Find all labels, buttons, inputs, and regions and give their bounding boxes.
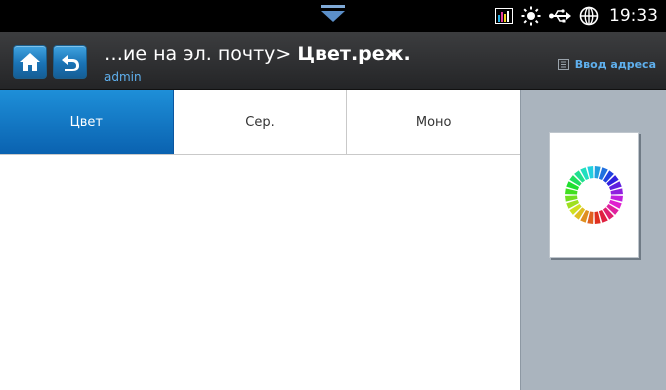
- tab-mono[interactable]: Моно: [347, 90, 521, 154]
- pull-down-handle-icon[interactable]: [318, 5, 348, 25]
- title-current: Цвет.реж.: [297, 43, 411, 65]
- title-path: …ие на эл. почту>: [104, 43, 298, 65]
- home-icon: [20, 53, 40, 71]
- color-wheel-icon: [565, 166, 623, 224]
- clock: 19:33: [609, 6, 658, 26]
- tab-color[interactable]: Цвет: [0, 90, 174, 154]
- preview-panel: [520, 90, 666, 390]
- tab-gray[interactable]: Сер.: [173, 90, 348, 154]
- toner-level-icon: [495, 8, 513, 24]
- address-book-icon: [557, 59, 569, 70]
- address-entry-label: Ввод адреса: [574, 58, 656, 71]
- network-globe-icon: [579, 6, 599, 26]
- usb-icon: [549, 9, 571, 23]
- page-preview: [549, 132, 639, 258]
- home-button[interactable]: [13, 45, 47, 79]
- back-button[interactable]: [53, 45, 87, 79]
- header-bar: …ие на эл. почту> Цвет.реж. admin Ввод а…: [0, 32, 666, 90]
- color-mode-tabs: Цвет Сер. Моно: [0, 90, 521, 155]
- user-name: admin: [104, 70, 142, 84]
- page-title: …ие на эл. почту> Цвет.реж.: [104, 43, 411, 65]
- status-bar: 19:33: [0, 0, 666, 32]
- brightness-icon: [521, 6, 541, 26]
- address-entry-button[interactable]: Ввод адреса: [557, 58, 656, 71]
- back-icon: [62, 55, 79, 71]
